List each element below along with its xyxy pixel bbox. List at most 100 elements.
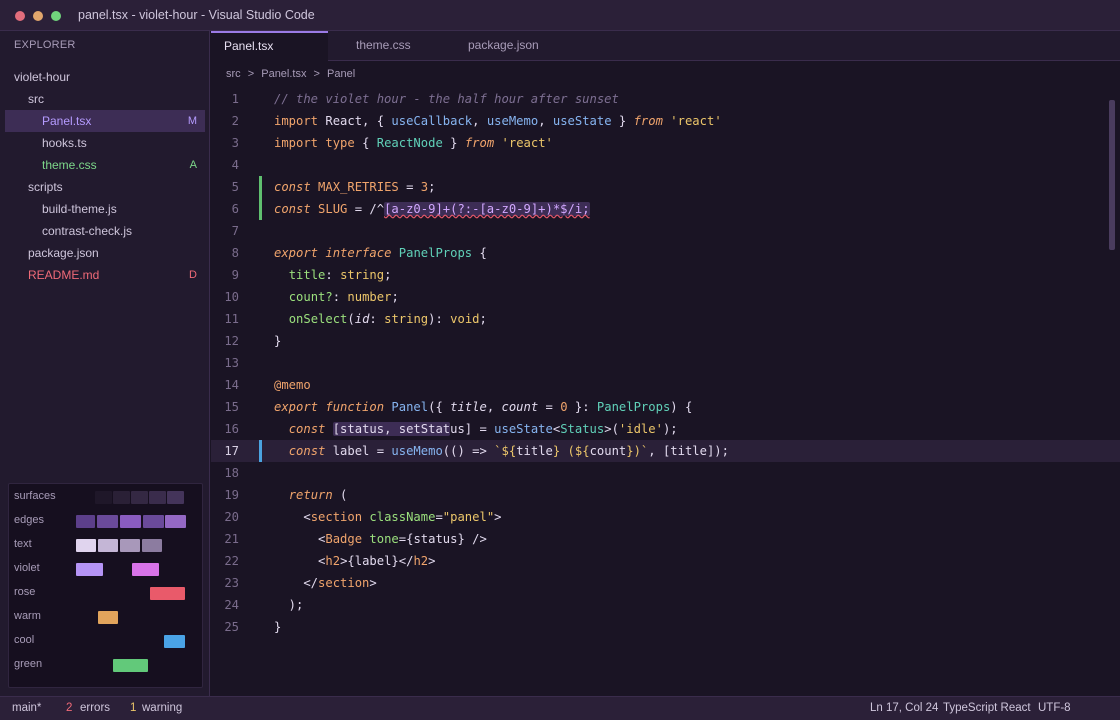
- color-swatch[interactable]: [76, 539, 96, 552]
- line-number[interactable]: 16: [211, 418, 239, 440]
- close-window-button[interactable]: [15, 11, 25, 21]
- line-number[interactable]: 6: [211, 198, 239, 220]
- line-number[interactable]: 24: [211, 594, 239, 616]
- tree-item-contrast-check-js[interactable]: contrast-check.js: [5, 220, 205, 242]
- code-line[interactable]: 14 @memo: [211, 374, 1120, 396]
- color-swatch[interactable]: [76, 515, 95, 528]
- line-number[interactable]: 3: [211, 132, 239, 154]
- color-swatch[interactable]: [98, 539, 118, 552]
- color-swatch[interactable]: [131, 491, 148, 504]
- git-branch[interactable]: main*: [12, 702, 41, 714]
- code-editor[interactable]: 1 // the violet hour - the half hour afte…: [211, 88, 1120, 696]
- file-encoding[interactable]: UTF-8: [1038, 702, 1071, 714]
- color-swatch[interactable]: [113, 659, 148, 672]
- line-number[interactable]: 21: [211, 528, 239, 550]
- line-number[interactable]: 13: [211, 352, 239, 374]
- breadcrumb-item-file[interactable]: Panel.tsx: [261, 68, 306, 80]
- code-line[interactable]: 3 import type { ReactNode } from 'react': [211, 132, 1120, 154]
- code-line[interactable]: 6 const SLUG = /^[a-z0-9]+(?:-[a-z0-9]+)*…: [211, 198, 1120, 220]
- gutter-added-marker[interactable]: [259, 198, 262, 220]
- line-number[interactable]: 23: [211, 572, 239, 594]
- line-number[interactable]: 8: [211, 242, 239, 264]
- warnings-count[interactable]: 1: [130, 702, 136, 714]
- color-swatch[interactable]: [95, 491, 112, 504]
- code-line[interactable]: 10 count?: number;: [211, 286, 1120, 308]
- minimize-window-button[interactable]: [33, 11, 43, 21]
- color-swatch[interactable]: [142, 539, 162, 552]
- warnings-label[interactable]: warning: [142, 702, 182, 714]
- color-swatch[interactable]: [149, 491, 166, 504]
- breadcrumb-item-src[interactable]: src: [226, 68, 241, 80]
- code-line[interactable]: 7: [211, 220, 1120, 242]
- line-number[interactable]: 10: [211, 286, 239, 308]
- code-line[interactable]: 5 const MAX_RETRIES = 3;: [211, 176, 1120, 198]
- line-number[interactable]: 18: [211, 462, 239, 484]
- line-number[interactable]: 2: [211, 110, 239, 132]
- tab-panel-tsx[interactable]: Panel.tsx: [211, 31, 328, 61]
- code-line[interactable]: 16 const [status, setStatus] = useState<…: [211, 418, 1120, 440]
- tab-theme-css[interactable]: theme.css: [356, 31, 446, 61]
- code-line[interactable]: 23 </section>: [211, 572, 1120, 594]
- line-number[interactable]: 7: [211, 220, 239, 242]
- line-number[interactable]: 4: [211, 154, 239, 176]
- color-swatch[interactable]: [132, 563, 159, 576]
- tab-package-json[interactable]: package.json: [468, 31, 568, 61]
- gutter-modified-marker[interactable]: [259, 440, 262, 462]
- code-line[interactable]: 9 title: string;: [211, 264, 1120, 286]
- code-line[interactable]: 19 return (: [211, 484, 1120, 506]
- color-swatch[interactable]: [165, 515, 186, 528]
- tree-item-violet-hour[interactable]: violet-hour: [5, 66, 205, 88]
- code-line[interactable]: 15 export function Panel({ title, count =…: [211, 396, 1120, 418]
- color-swatch[interactable]: [113, 491, 130, 504]
- language-mode[interactable]: TypeScript React: [943, 702, 1031, 714]
- code-line[interactable]: 11 onSelect(id: string): void;: [211, 308, 1120, 330]
- color-swatch[interactable]: [76, 563, 103, 576]
- code-line[interactable]: 4: [211, 154, 1120, 176]
- line-number[interactable]: 5: [211, 176, 239, 198]
- code-line[interactable]: 25}: [211, 616, 1120, 638]
- color-swatch[interactable]: [98, 611, 118, 624]
- code-line[interactable]: 2 import React, { useCallback, useMemo, u…: [211, 110, 1120, 132]
- errors-label[interactable]: errors: [80, 702, 110, 714]
- code-line[interactable]: 20 <section className="panel">: [211, 506, 1120, 528]
- code-line[interactable]: 8 export interface PanelProps {: [211, 242, 1120, 264]
- editor-scrollbar-thumb[interactable]: [1109, 100, 1115, 250]
- code-line[interactable]: 12}: [211, 330, 1120, 352]
- line-number[interactable]: 25: [211, 616, 239, 638]
- color-swatch[interactable]: [164, 635, 185, 648]
- line-number[interactable]: 15: [211, 396, 239, 418]
- cursor-position[interactable]: Ln 17, Col 24: [870, 702, 938, 714]
- code-line[interactable]: 21 <Badge tone={status} />: [211, 528, 1120, 550]
- line-number[interactable]: 12: [211, 330, 239, 352]
- code-line[interactable]: 17 const label = useMemo(() => `${title}…: [211, 440, 1120, 462]
- code-line[interactable]: 1 // the violet hour - the half hour afte…: [211, 88, 1120, 110]
- line-number[interactable]: 9: [211, 264, 239, 286]
- tree-item-scripts[interactable]: scripts: [5, 176, 205, 198]
- color-swatch[interactable]: [120, 515, 141, 528]
- tree-item-panel-tsx[interactable]: Panel.tsx M: [5, 110, 205, 132]
- color-swatch[interactable]: [120, 539, 140, 552]
- gutter-added-marker[interactable]: [259, 176, 262, 198]
- tree-item-theme-css[interactable]: theme.css A: [5, 154, 205, 176]
- line-number[interactable]: 11: [211, 308, 239, 330]
- line-number[interactable]: 17: [211, 440, 239, 462]
- line-number[interactable]: 14: [211, 374, 239, 396]
- code-line[interactable]: 24 );: [211, 594, 1120, 616]
- line-number[interactable]: 20: [211, 506, 239, 528]
- errors-count[interactable]: 2: [66, 702, 72, 714]
- code-line[interactable]: 13: [211, 352, 1120, 374]
- tree-item-package-json[interactable]: package.json: [5, 242, 205, 264]
- color-swatch[interactable]: [167, 491, 184, 504]
- line-number[interactable]: 19: [211, 484, 239, 506]
- tree-item-build-theme-js[interactable]: build-theme.js: [5, 198, 205, 220]
- code-line[interactable]: 22 <h2>{label}</h2>: [211, 550, 1120, 572]
- color-swatch[interactable]: [150, 587, 185, 600]
- tree-item-readme-md[interactable]: README.md D: [5, 264, 205, 286]
- tree-item-hooks-ts[interactable]: hooks.ts: [5, 132, 205, 154]
- code-line[interactable]: 18: [211, 462, 1120, 484]
- line-number[interactable]: 22: [211, 550, 239, 572]
- breadcrumb-item-symbol[interactable]: Panel: [327, 68, 355, 80]
- color-swatch[interactable]: [97, 515, 118, 528]
- color-swatch[interactable]: [143, 515, 164, 528]
- tree-item-src[interactable]: src: [5, 88, 205, 110]
